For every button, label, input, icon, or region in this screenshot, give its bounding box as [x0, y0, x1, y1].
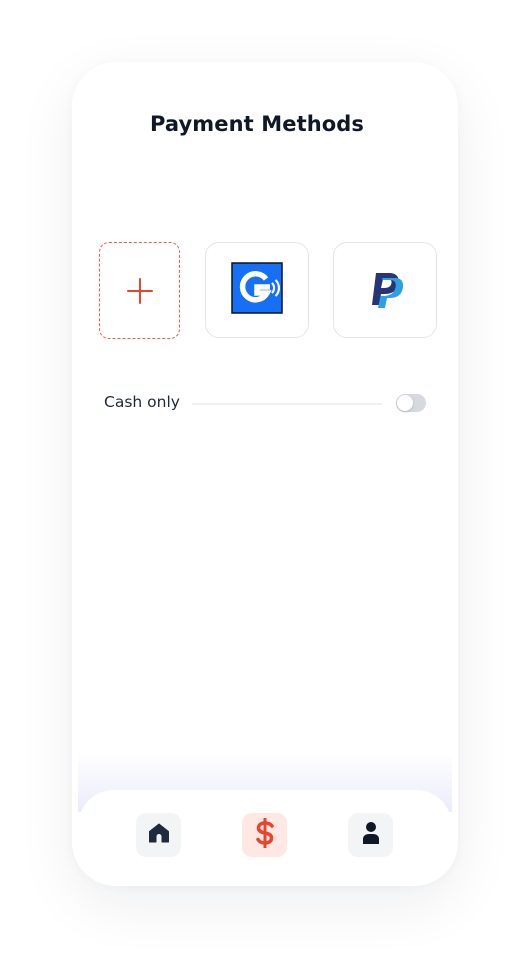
plus-icon — [126, 277, 153, 304]
nav-profile-button[interactable] — [348, 813, 393, 857]
google-pay-icon — [231, 261, 283, 319]
cash-only-divider — [192, 403, 382, 405]
phone-screen: Payment Methods Cash only — [72, 62, 458, 886]
nav-home-button[interactable] — [136, 813, 181, 857]
cash-only-toggle[interactable] — [396, 394, 426, 412]
home-icon — [148, 822, 170, 849]
dollar-icon — [254, 817, 276, 853]
cash-only-row: Cash only — [104, 392, 428, 416]
cash-only-label: Cash only — [104, 393, 180, 411]
page-title: Payment Methods — [149, 112, 365, 136]
payment-method-google-pay[interactable] — [205, 242, 309, 338]
nav-payments-button[interactable] — [242, 813, 287, 857]
payment-method-paypal[interactable] — [333, 242, 437, 338]
bottom-nav — [78, 790, 452, 886]
add-payment-method-button[interactable] — [99, 242, 180, 339]
toggle-knob — [397, 395, 413, 411]
paypal-icon — [365, 265, 405, 316]
user-icon — [361, 821, 381, 850]
